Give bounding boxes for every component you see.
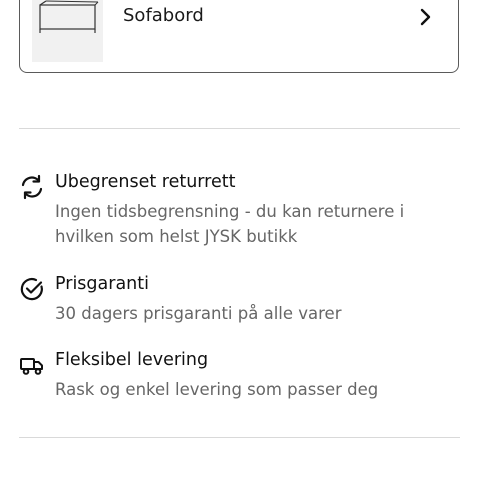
refresh-icon <box>21 174 43 200</box>
truck-icon <box>20 358 43 375</box>
feature-title: Ubegrenset returrett <box>55 172 236 192</box>
feature-description: 30 dagers prisgaranti på alle varer <box>55 304 342 323</box>
chevron-right-icon[interactable] <box>418 7 434 27</box>
divider-top <box>19 128 460 129</box>
feature-description: Rask og enkel levering som passer deg <box>55 380 379 399</box>
feature-title: Prisgaranti <box>55 274 149 294</box>
check-circle-icon <box>20 278 43 301</box>
product-card-sofabord[interactable]: Sofabord <box>19 0 459 73</box>
product-title: Sofabord <box>123 5 204 26</box>
feature-description: Ingen tidsbegrensning - du kan returnere… <box>55 202 405 246</box>
feature-title: Fleksibel levering <box>55 350 209 370</box>
page: Sofabord Ubegrenset returrett Ingen tids… <box>0 0 480 480</box>
coffee-table-icon <box>39 0 99 33</box>
divider-bottom <box>19 437 460 438</box>
product-thumbnail <box>32 0 103 62</box>
